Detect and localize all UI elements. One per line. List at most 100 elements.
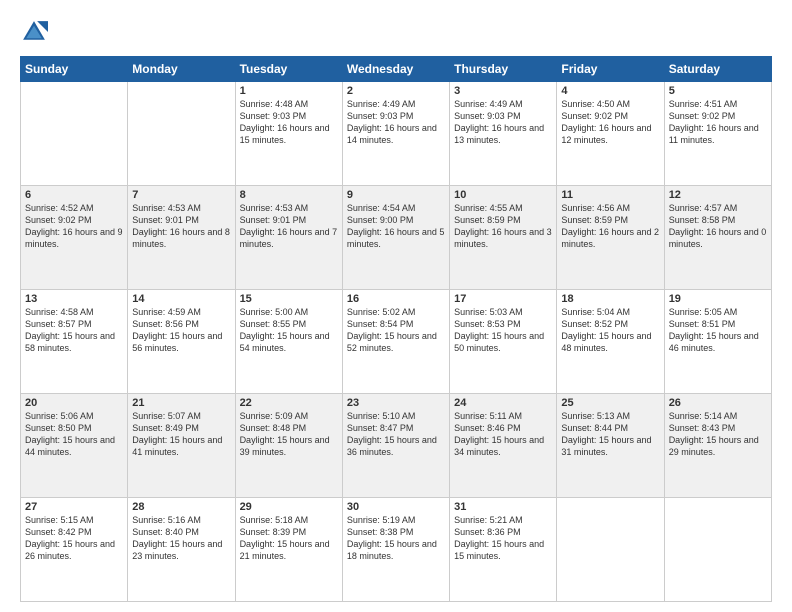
calendar-cell: 22Sunrise: 5:09 AM Sunset: 8:48 PM Dayli… bbox=[235, 394, 342, 498]
calendar-cell: 16Sunrise: 5:02 AM Sunset: 8:54 PM Dayli… bbox=[342, 290, 449, 394]
cell-daylight-info: Sunrise: 5:03 AM Sunset: 8:53 PM Dayligh… bbox=[454, 306, 552, 355]
cell-daylight-info: Sunrise: 5:10 AM Sunset: 8:47 PM Dayligh… bbox=[347, 410, 445, 459]
cell-daylight-info: Sunrise: 4:58 AM Sunset: 8:57 PM Dayligh… bbox=[25, 306, 123, 355]
cell-daylight-info: Sunrise: 4:50 AM Sunset: 9:02 PM Dayligh… bbox=[561, 98, 659, 147]
calendar-table: SundayMondayTuesdayWednesdayThursdayFrid… bbox=[20, 56, 772, 602]
day-number: 7 bbox=[132, 189, 230, 201]
weekday-header-friday: Friday bbox=[557, 57, 664, 82]
cell-daylight-info: Sunrise: 4:48 AM Sunset: 9:03 PM Dayligh… bbox=[240, 98, 338, 147]
calendar-cell: 26Sunrise: 5:14 AM Sunset: 8:43 PM Dayli… bbox=[664, 394, 771, 498]
day-number: 1 bbox=[240, 85, 338, 97]
logo-icon bbox=[20, 18, 48, 46]
day-number: 22 bbox=[240, 397, 338, 409]
calendar-week-2: 6Sunrise: 4:52 AM Sunset: 9:02 PM Daylig… bbox=[21, 186, 772, 290]
calendar-cell: 3Sunrise: 4:49 AM Sunset: 9:03 PM Daylig… bbox=[450, 82, 557, 186]
day-number: 28 bbox=[132, 501, 230, 513]
cell-daylight-info: Sunrise: 4:52 AM Sunset: 9:02 PM Dayligh… bbox=[25, 202, 123, 251]
calendar-cell: 27Sunrise: 5:15 AM Sunset: 8:42 PM Dayli… bbox=[21, 498, 128, 602]
cell-daylight-info: Sunrise: 5:11 AM Sunset: 8:46 PM Dayligh… bbox=[454, 410, 552, 459]
cell-daylight-info: Sunrise: 4:51 AM Sunset: 9:02 PM Dayligh… bbox=[669, 98, 767, 147]
cell-daylight-info: Sunrise: 5:15 AM Sunset: 8:42 PM Dayligh… bbox=[25, 514, 123, 563]
calendar-cell: 20Sunrise: 5:06 AM Sunset: 8:50 PM Dayli… bbox=[21, 394, 128, 498]
cell-daylight-info: Sunrise: 4:53 AM Sunset: 9:01 PM Dayligh… bbox=[132, 202, 230, 251]
calendar-cell: 12Sunrise: 4:57 AM Sunset: 8:58 PM Dayli… bbox=[664, 186, 771, 290]
cell-daylight-info: Sunrise: 4:56 AM Sunset: 8:59 PM Dayligh… bbox=[561, 202, 659, 251]
day-number: 17 bbox=[454, 293, 552, 305]
day-number: 4 bbox=[561, 85, 659, 97]
day-number: 5 bbox=[669, 85, 767, 97]
cell-daylight-info: Sunrise: 5:05 AM Sunset: 8:51 PM Dayligh… bbox=[669, 306, 767, 355]
day-number: 8 bbox=[240, 189, 338, 201]
cell-daylight-info: Sunrise: 4:49 AM Sunset: 9:03 PM Dayligh… bbox=[347, 98, 445, 147]
calendar-cell bbox=[21, 82, 128, 186]
cell-daylight-info: Sunrise: 5:09 AM Sunset: 8:48 PM Dayligh… bbox=[240, 410, 338, 459]
weekday-header-thursday: Thursday bbox=[450, 57, 557, 82]
calendar-cell bbox=[128, 82, 235, 186]
header bbox=[20, 18, 772, 46]
cell-daylight-info: Sunrise: 5:06 AM Sunset: 8:50 PM Dayligh… bbox=[25, 410, 123, 459]
day-number: 23 bbox=[347, 397, 445, 409]
cell-daylight-info: Sunrise: 4:55 AM Sunset: 8:59 PM Dayligh… bbox=[454, 202, 552, 251]
page: SundayMondayTuesdayWednesdayThursdayFrid… bbox=[0, 0, 792, 612]
cell-daylight-info: Sunrise: 4:57 AM Sunset: 8:58 PM Dayligh… bbox=[669, 202, 767, 251]
calendar-cell: 21Sunrise: 5:07 AM Sunset: 8:49 PM Dayli… bbox=[128, 394, 235, 498]
calendar-cell: 14Sunrise: 4:59 AM Sunset: 8:56 PM Dayli… bbox=[128, 290, 235, 394]
calendar-cell: 17Sunrise: 5:03 AM Sunset: 8:53 PM Dayli… bbox=[450, 290, 557, 394]
day-number: 20 bbox=[25, 397, 123, 409]
day-number: 14 bbox=[132, 293, 230, 305]
calendar-cell: 23Sunrise: 5:10 AM Sunset: 8:47 PM Dayli… bbox=[342, 394, 449, 498]
day-number: 6 bbox=[25, 189, 123, 201]
cell-daylight-info: Sunrise: 4:54 AM Sunset: 9:00 PM Dayligh… bbox=[347, 202, 445, 251]
day-number: 9 bbox=[347, 189, 445, 201]
calendar-week-5: 27Sunrise: 5:15 AM Sunset: 8:42 PM Dayli… bbox=[21, 498, 772, 602]
calendar-cell: 7Sunrise: 4:53 AM Sunset: 9:01 PM Daylig… bbox=[128, 186, 235, 290]
cell-daylight-info: Sunrise: 5:04 AM Sunset: 8:52 PM Dayligh… bbox=[561, 306, 659, 355]
day-number: 19 bbox=[669, 293, 767, 305]
weekday-header-wednesday: Wednesday bbox=[342, 57, 449, 82]
calendar-cell: 15Sunrise: 5:00 AM Sunset: 8:55 PM Dayli… bbox=[235, 290, 342, 394]
day-number: 2 bbox=[347, 85, 445, 97]
calendar-cell: 24Sunrise: 5:11 AM Sunset: 8:46 PM Dayli… bbox=[450, 394, 557, 498]
day-number: 21 bbox=[132, 397, 230, 409]
weekday-header-tuesday: Tuesday bbox=[235, 57, 342, 82]
calendar-cell: 25Sunrise: 5:13 AM Sunset: 8:44 PM Dayli… bbox=[557, 394, 664, 498]
cell-daylight-info: Sunrise: 5:07 AM Sunset: 8:49 PM Dayligh… bbox=[132, 410, 230, 459]
day-number: 24 bbox=[454, 397, 552, 409]
calendar-cell: 4Sunrise: 4:50 AM Sunset: 9:02 PM Daylig… bbox=[557, 82, 664, 186]
calendar-cell: 6Sunrise: 4:52 AM Sunset: 9:02 PM Daylig… bbox=[21, 186, 128, 290]
calendar-cell: 18Sunrise: 5:04 AM Sunset: 8:52 PM Dayli… bbox=[557, 290, 664, 394]
calendar-cell: 11Sunrise: 4:56 AM Sunset: 8:59 PM Dayli… bbox=[557, 186, 664, 290]
calendar-cell: 1Sunrise: 4:48 AM Sunset: 9:03 PM Daylig… bbox=[235, 82, 342, 186]
weekday-header-saturday: Saturday bbox=[664, 57, 771, 82]
day-number: 26 bbox=[669, 397, 767, 409]
cell-daylight-info: Sunrise: 5:19 AM Sunset: 8:38 PM Dayligh… bbox=[347, 514, 445, 563]
day-number: 29 bbox=[240, 501, 338, 513]
calendar-cell bbox=[557, 498, 664, 602]
cell-daylight-info: Sunrise: 4:59 AM Sunset: 8:56 PM Dayligh… bbox=[132, 306, 230, 355]
calendar-cell: 19Sunrise: 5:05 AM Sunset: 8:51 PM Dayli… bbox=[664, 290, 771, 394]
day-number: 18 bbox=[561, 293, 659, 305]
calendar-week-3: 13Sunrise: 4:58 AM Sunset: 8:57 PM Dayli… bbox=[21, 290, 772, 394]
cell-daylight-info: Sunrise: 5:14 AM Sunset: 8:43 PM Dayligh… bbox=[669, 410, 767, 459]
cell-daylight-info: Sunrise: 5:18 AM Sunset: 8:39 PM Dayligh… bbox=[240, 514, 338, 563]
calendar-cell: 10Sunrise: 4:55 AM Sunset: 8:59 PM Dayli… bbox=[450, 186, 557, 290]
day-number: 30 bbox=[347, 501, 445, 513]
calendar-cell: 28Sunrise: 5:16 AM Sunset: 8:40 PM Dayli… bbox=[128, 498, 235, 602]
cell-daylight-info: Sunrise: 5:16 AM Sunset: 8:40 PM Dayligh… bbox=[132, 514, 230, 563]
day-number: 31 bbox=[454, 501, 552, 513]
logo bbox=[20, 18, 52, 46]
calendar-cell: 29Sunrise: 5:18 AM Sunset: 8:39 PM Dayli… bbox=[235, 498, 342, 602]
calendar-cell: 5Sunrise: 4:51 AM Sunset: 9:02 PM Daylig… bbox=[664, 82, 771, 186]
calendar-week-4: 20Sunrise: 5:06 AM Sunset: 8:50 PM Dayli… bbox=[21, 394, 772, 498]
day-number: 3 bbox=[454, 85, 552, 97]
calendar-header-row: SundayMondayTuesdayWednesdayThursdayFrid… bbox=[21, 57, 772, 82]
day-number: 12 bbox=[669, 189, 767, 201]
cell-daylight-info: Sunrise: 5:21 AM Sunset: 8:36 PM Dayligh… bbox=[454, 514, 552, 563]
day-number: 11 bbox=[561, 189, 659, 201]
calendar-week-1: 1Sunrise: 4:48 AM Sunset: 9:03 PM Daylig… bbox=[21, 82, 772, 186]
cell-daylight-info: Sunrise: 5:13 AM Sunset: 8:44 PM Dayligh… bbox=[561, 410, 659, 459]
day-number: 25 bbox=[561, 397, 659, 409]
day-number: 16 bbox=[347, 293, 445, 305]
calendar-cell: 8Sunrise: 4:53 AM Sunset: 9:01 PM Daylig… bbox=[235, 186, 342, 290]
cell-daylight-info: Sunrise: 4:53 AM Sunset: 9:01 PM Dayligh… bbox=[240, 202, 338, 251]
